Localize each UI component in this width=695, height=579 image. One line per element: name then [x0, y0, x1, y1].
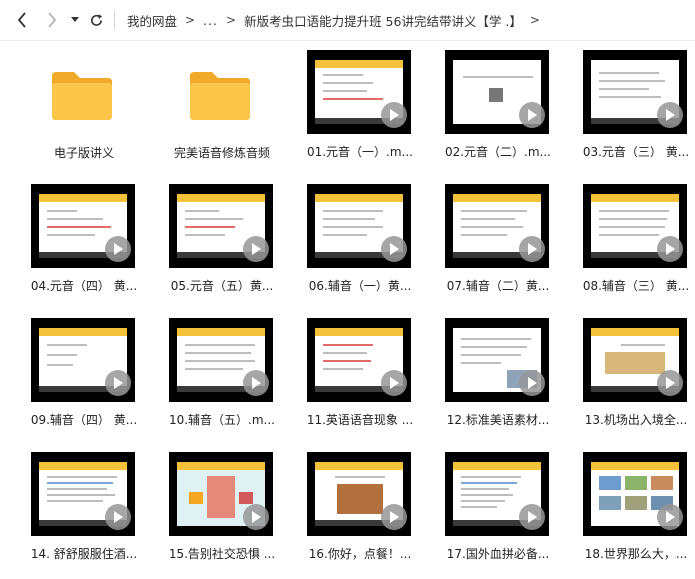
file-name: 17.国外血拼必备... — [446, 547, 550, 561]
file-name: 02.元音（二）.m... — [444, 145, 552, 159]
video-thumbnail — [307, 318, 411, 402]
file-name: 15.告别社交恐惧 ... — [168, 547, 276, 561]
breadcrumb-ellipsis[interactable]: ... — [203, 13, 218, 28]
file-name: 电子版讲义 — [53, 146, 114, 160]
video-thumbnail — [31, 184, 135, 268]
video-thumbnail — [169, 452, 273, 536]
play-icon — [519, 236, 545, 262]
breadcrumb: 我的网盘 > ... > 新版考虫口语能力提升班 56讲完结带讲义【学 .】 > — [127, 0, 695, 40]
file-name: 06.辅音（一）黄... — [308, 279, 412, 293]
video-thumbnail — [445, 452, 549, 536]
file-grid: 电子版讲义 完美语音修炼音频 01.元音（一）.m... 02.元音（二）.m.… — [0, 42, 695, 579]
play-icon — [381, 370, 407, 396]
play-icon — [105, 370, 131, 396]
file-name: 08.辅音（三） 黄... — [582, 279, 690, 293]
file-name: 11.英语语音现象 ... — [306, 413, 414, 427]
play-icon — [519, 504, 545, 530]
chevron-right-icon[interactable]: > — [530, 13, 540, 27]
file-name: 14. 舒舒服服住酒... — [30, 547, 138, 561]
video-thumbnail — [169, 184, 273, 268]
file-name: 10.辅音（五）.m... — [168, 413, 276, 427]
play-icon — [105, 236, 131, 262]
back-button[interactable] — [12, 8, 32, 32]
file-name: 07.辅音（二）黄... — [446, 279, 550, 293]
video-thumbnail — [445, 184, 549, 268]
video-thumbnail — [307, 50, 411, 134]
forward-button[interactable] — [42, 8, 62, 32]
folder-icon — [52, 72, 112, 120]
play-icon — [519, 370, 545, 396]
play-icon — [657, 102, 683, 128]
play-icon — [243, 236, 269, 262]
chevron-right-icon: > — [226, 13, 237, 27]
video-thumbnail — [31, 452, 135, 536]
video-thumbnail — [583, 452, 687, 536]
video-thumbnail — [307, 452, 411, 536]
play-icon — [519, 102, 545, 128]
video-thumbnail — [445, 318, 549, 402]
video-thumbnail — [307, 184, 411, 268]
video-thumbnail — [445, 50, 549, 134]
back-icon — [17, 12, 26, 28]
file-name: 完美语音修炼音频 — [173, 146, 270, 160]
video-thumbnail — [169, 318, 273, 402]
play-icon — [243, 504, 269, 530]
video-thumbnail — [583, 50, 687, 134]
file-name: 18.世界那么大，... — [584, 547, 688, 561]
breadcrumb-current: 新版考虫口语能力提升班 56讲完结带讲义【学 .】 — [244, 13, 522, 29]
video-thumbnail — [583, 318, 687, 402]
file-name: 04.元音（四） 黄... — [30, 279, 138, 293]
file-name: 09.辅音（四） 黄... — [30, 413, 138, 427]
play-icon — [381, 236, 407, 262]
play-icon — [657, 370, 683, 396]
play-icon — [381, 504, 407, 530]
chevron-right-icon: > — [185, 13, 196, 27]
play-icon — [657, 236, 683, 262]
play-icon — [243, 370, 269, 396]
forward-icon — [48, 12, 57, 28]
toolbar-divider — [114, 10, 115, 30]
history-dropdown-button[interactable] — [68, 8, 82, 32]
refresh-button[interactable] — [86, 8, 106, 32]
navigation-bar: 我的网盘 > ... > 新版考虫口语能力提升班 56讲完结带讲义【学 .】 > — [0, 0, 695, 41]
play-icon — [657, 504, 683, 530]
play-icon — [105, 504, 131, 530]
video-thumbnail — [583, 184, 687, 268]
file-name: 01.元音（一）.m... — [306, 145, 414, 159]
breadcrumb-root[interactable]: 我的网盘 — [127, 11, 177, 30]
folder-icon — [190, 72, 250, 120]
caret-down-icon — [71, 17, 79, 22]
refresh-icon — [90, 13, 102, 26]
file-name: 13.机场出入境全... — [584, 413, 688, 427]
file-name: 05.元音（五）黄... — [170, 279, 274, 293]
file-name: 12.标准美语素材... — [446, 413, 550, 427]
file-name: 03.元音（三） 黄... — [582, 145, 690, 159]
play-icon — [381, 102, 407, 128]
file-name: 16.你好，点餐！... — [308, 547, 412, 561]
video-thumbnail — [31, 318, 135, 402]
